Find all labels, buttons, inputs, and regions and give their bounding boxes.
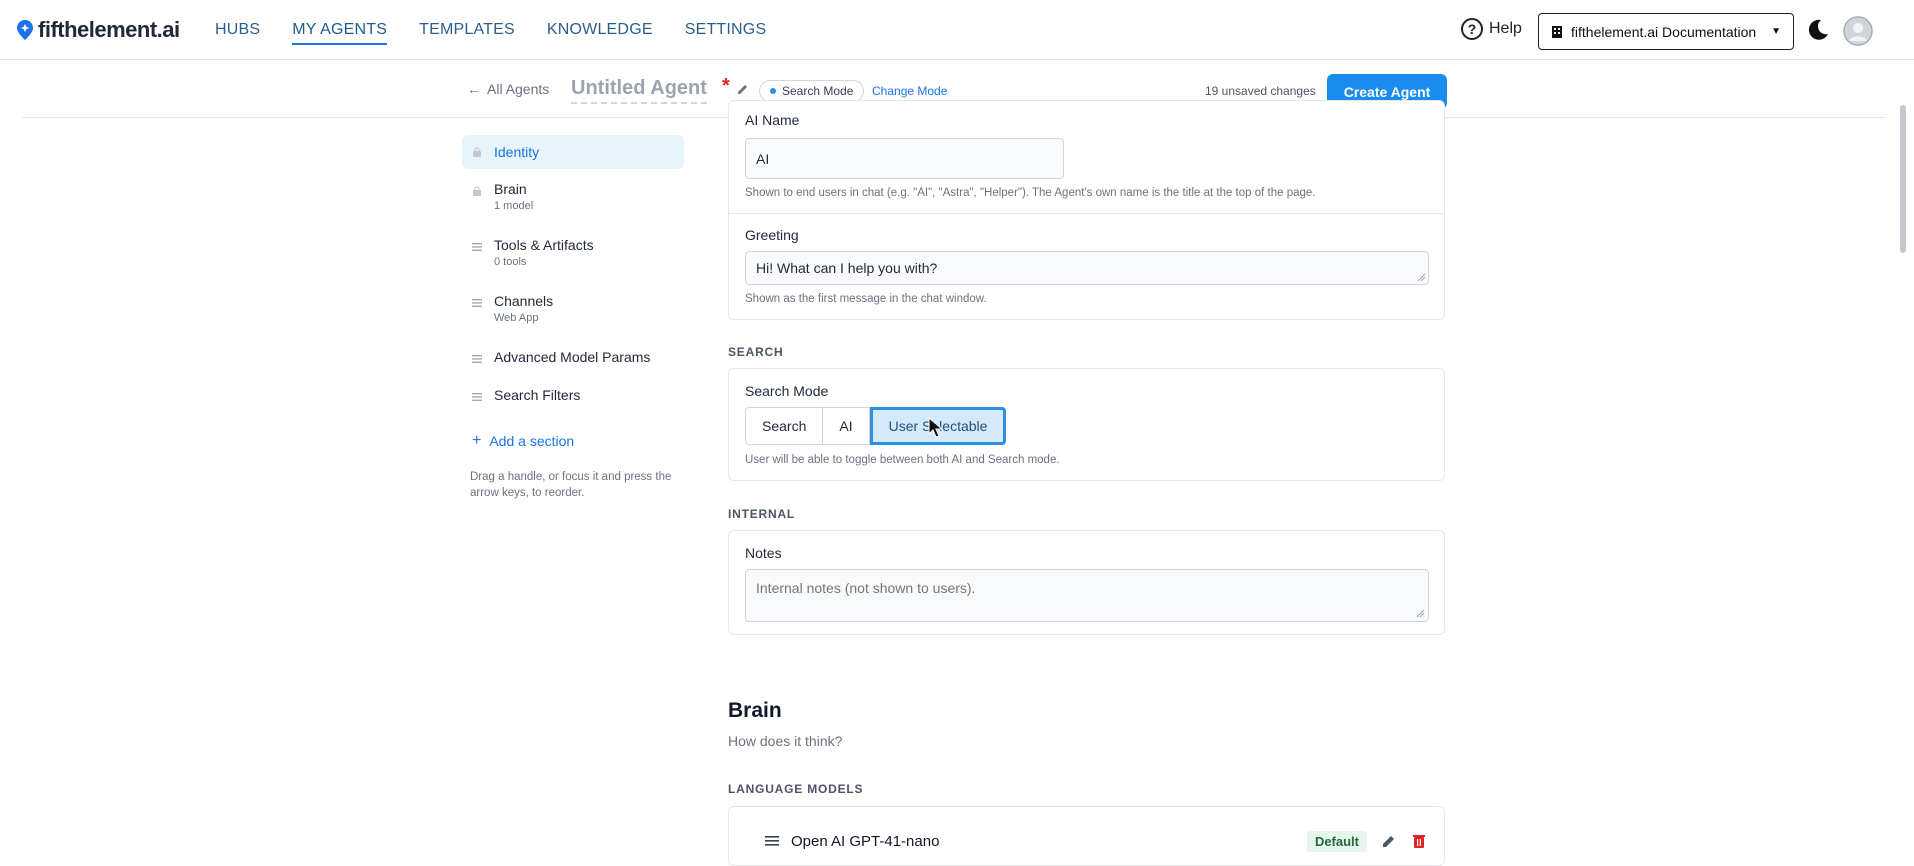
sidebar-item-label: Identity	[494, 144, 540, 160]
greeting-label: Greeting	[745, 227, 799, 243]
dark-mode-moon-icon[interactable]	[1805, 17, 1831, 43]
resize-handle-icon[interactable]	[1416, 609, 1424, 617]
search-mode-segmented-control: Search AI User Selectable	[745, 407, 1007, 445]
building-icon	[1552, 25, 1562, 38]
back-to-all-agents[interactable]: ← All Agents	[467, 81, 549, 97]
chevron-down-icon: ▼	[1771, 26, 1781, 37]
add-section-label: Add a section	[489, 433, 575, 449]
nav-knowledge[interactable]: KNOWLEDGE	[547, 21, 653, 45]
agent-title[interactable]: Untitled Agent	[571, 77, 707, 104]
lock-icon	[473, 147, 481, 157]
sidebar-item-sublabel: Web App	[494, 312, 539, 324]
sidebar-item-advanced-model-params[interactable]: Advanced Model Params	[462, 349, 684, 376]
avatar-placeholder-icon	[1843, 16, 1873, 46]
brain-section-subtitle: How does it think?	[728, 733, 843, 749]
sidebar-item-brain[interactable]: Brain 1 model	[462, 181, 684, 226]
change-mode-link[interactable]: Change Mode	[872, 84, 947, 98]
edit-model-pencil-icon[interactable]	[1381, 833, 1397, 849]
add-section-button[interactable]: + Add a section	[472, 432, 574, 450]
greeting-textarea[interactable]: Hi! What can I help you with?	[745, 251, 1429, 285]
ai-name-input[interactable]	[745, 138, 1064, 179]
help-icon: ?	[1461, 18, 1483, 40]
drag-handle-icon[interactable]	[765, 836, 779, 846]
sidebar-item-label: Brain	[494, 181, 527, 197]
lock-icon	[473, 186, 481, 196]
nav-settings[interactable]: SETTINGS	[685, 21, 767, 45]
sidebar-item-label: Advanced Model Params	[494, 349, 651, 365]
sidebar-item-search-filters[interactable]: Search Filters	[462, 387, 684, 414]
resize-handle-icon[interactable]	[1417, 273, 1425, 281]
nav-templates[interactable]: TEMPLATES	[419, 21, 515, 45]
search-mode-label: Search Mode	[745, 383, 829, 399]
model-name: Open AI GPT-41-nano	[791, 832, 940, 850]
search-section-title: SEARCH	[728, 345, 784, 359]
reorder-hint: Drag a handle, or focus it and press the…	[470, 471, 672, 499]
sidebar-item-sublabel: 1 model	[494, 200, 534, 212]
brand-name: fifthelement.ai	[38, 17, 180, 42]
brain-section-heading: Brain	[728, 699, 782, 722]
delete-model-trash-icon[interactable]	[1411, 833, 1427, 849]
documentation-selector-label: fifthelement.ai Documentation	[1571, 23, 1757, 40]
help-label: Help	[1489, 20, 1522, 37]
notes-label: Notes	[745, 545, 782, 561]
nav-my-agents[interactable]: MY AGENTS	[292, 21, 388, 45]
language-models-title: LANGUAGE MODELS	[728, 782, 864, 796]
sidebar-item-identity[interactable]: Identity	[462, 135, 684, 169]
arrow-left-icon: ←	[467, 81, 481, 97]
sidebar-item-label: Tools & Artifacts	[494, 237, 594, 253]
search-mode-option-search[interactable]: Search	[745, 407, 824, 445]
sidebar-item-tools-artifacts[interactable]: Tools & Artifacts 0 tools	[462, 237, 684, 282]
main-nav-links: HUBS MY AGENTS TEMPLATES KNOWLEDGE SETTI…	[215, 21, 798, 45]
mode-dot-icon	[770, 88, 776, 94]
help-button[interactable]: ? Help	[1461, 18, 1522, 40]
drag-handle-icon[interactable]	[472, 242, 482, 252]
nav-hubs[interactable]: HUBS	[215, 21, 260, 45]
sidebar-item-label: Search Filters	[494, 387, 581, 403]
ai-name-label: AI Name	[745, 112, 800, 128]
page-scrollbar-thumb[interactable]	[1900, 105, 1906, 253]
top-navigation: fifthelement.ai HUBS MY AGENTS TEMPLATES…	[0, 0, 1914, 60]
brand-logo[interactable]: fifthelement.ai	[16, 17, 180, 43]
back-label: All Agents	[487, 81, 550, 97]
ai-name-hint: Shown to end users in chat (e.g. "AI", "…	[745, 187, 1316, 199]
required-mark: *	[722, 75, 730, 97]
internal-card: Notes	[728, 530, 1445, 635]
search-mode-option-ai[interactable]: AI	[823, 407, 870, 445]
mouse-pointer-icon	[928, 417, 944, 438]
identity-card: AI Name Shown to end users in chat (e.g.…	[728, 100, 1445, 320]
documentation-selector[interactable]: fifthelement.ai Documentation ▼	[1538, 13, 1794, 50]
logo-pin-icon	[17, 20, 33, 40]
search-mode-hint: User will be able to toggle between both…	[745, 454, 1060, 466]
greeting-value: Hi! What can I help you with?	[756, 260, 938, 276]
drag-handle-icon[interactable]	[472, 392, 482, 402]
card-divider	[729, 213, 1444, 214]
mode-chip-label: Search Mode	[782, 84, 854, 98]
drag-handle-icon[interactable]	[472, 298, 482, 308]
unsaved-changes-count: 19 unsaved changes	[1205, 84, 1316, 98]
mode-chip: Search Mode	[759, 80, 865, 102]
greeting-hint: Shown as the first message in the chat w…	[745, 293, 987, 305]
sidebar-item-sublabel: 0 tools	[494, 256, 527, 268]
edit-title-pencil-icon[interactable]	[736, 82, 750, 96]
default-badge: Default	[1306, 830, 1367, 852]
user-avatar[interactable]	[1843, 16, 1873, 46]
sidebar-item-label: Channels	[494, 293, 554, 309]
sidebar-item-channels[interactable]: Channels Web App	[462, 293, 684, 338]
internal-section-title: INTERNAL	[728, 507, 796, 521]
plus-icon: +	[472, 432, 482, 449]
drag-handle-icon[interactable]	[472, 354, 482, 364]
section-sidebar: Identity Brain 1 model Tools & Artifacts…	[462, 135, 684, 414]
notes-textarea[interactable]	[745, 569, 1429, 622]
